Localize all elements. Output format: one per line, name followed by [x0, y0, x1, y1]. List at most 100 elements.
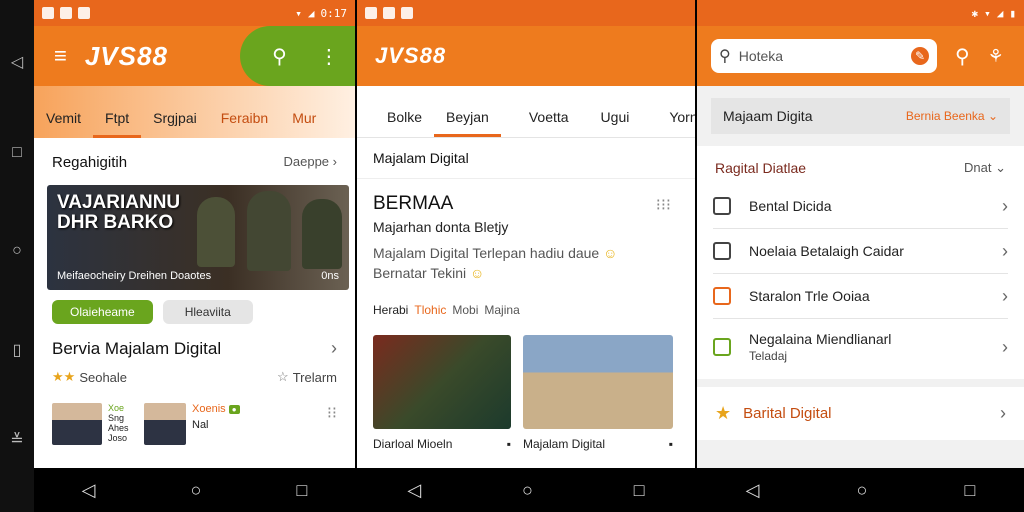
chevron-right-icon: › — [332, 154, 337, 169]
recents-square[interactable]: □ — [634, 480, 645, 501]
tab-4[interactable]: Yornia — [641, 109, 695, 137]
notification-icon — [78, 7, 90, 19]
search-icon[interactable]: ⚲ — [955, 44, 970, 69]
chevron-down-icon[interactable]: ≚ — [8, 432, 26, 450]
more-dots-icon[interactable]: ⁝⁝⁝ — [656, 195, 671, 215]
banner-right[interactable]: Bernia Beenka ⌄ — [906, 109, 998, 123]
banner-left: Majaam Digita — [723, 108, 813, 124]
menu-icon[interactable]: ≡ — [54, 43, 67, 69]
filter-1[interactable]: Tlohic — [414, 303, 446, 317]
article-headline[interactable]: Bervia Majalam Digital — [52, 339, 221, 359]
chip-active[interactable]: Olaieheame — [52, 300, 153, 324]
filter-3[interactable]: Majina — [484, 303, 519, 317]
avatar — [144, 403, 186, 445]
back-icon[interactable]: ◁ — [8, 54, 26, 72]
nav-bar: ◁ ○ □ — [697, 468, 1024, 512]
emoji-icon: ☺ — [603, 245, 618, 261]
recents-square[interactable]: □ — [965, 480, 976, 501]
signal-icon: ◢ — [307, 6, 315, 20]
news-title: Majalam Digital — [523, 437, 606, 451]
signal-icon: ◢ — [996, 6, 1004, 20]
news-thumbnail — [523, 335, 673, 429]
mic-icon[interactable]: ⚘ — [988, 46, 1004, 67]
group-right[interactable]: Dnat ⌄ — [964, 160, 1006, 176]
footer-item[interactable]: ★ Barital Digital › — [697, 387, 1024, 440]
tab-0[interactable]: Bolke — [357, 109, 434, 137]
menu-group: Ragital Diatlae Dnat ⌄ Bental Dicida › No… — [697, 146, 1024, 379]
bookmark-icon[interactable]: ▪ — [669, 437, 673, 451]
card-body-1: Majalam Digital Terlepan hadiu daue — [373, 245, 600, 261]
notification-icon — [60, 7, 72, 19]
hero-badge: 0ns — [321, 270, 339, 282]
article-card[interactable]: BERMAA ⁝⁝⁝ Majarhan donta Bletjy Majalam… — [357, 179, 695, 295]
menu-item[interactable]: Staralon Trle Ooiaa › — [713, 274, 1008, 319]
menu-item[interactable]: Noelaia Betalaigh Caidar › — [713, 229, 1008, 274]
chevron-right-icon[interactable]: › — [331, 338, 337, 359]
clipboard-icon — [713, 197, 731, 215]
file-icon[interactable]: ▯ — [8, 342, 26, 360]
category-tabs: Bolke Beyjan Voetta Ugui Yornia — [357, 86, 695, 138]
secondary-rating: Trelarm — [292, 369, 337, 385]
app-bar: ⚲ Hoteka ✎ ⚲ ⚘ — [697, 26, 1024, 86]
chevron-right-icon: › — [1002, 240, 1008, 261]
officer-figure — [247, 191, 291, 271]
filter-0[interactable]: Herabi — [373, 303, 408, 317]
hero-caption: Meifaeocheiry Dreihen Doaotes — [57, 270, 212, 282]
screen-menu: ✱ ▾ ◢ ▮ ⚲ Hoteka ✎ ⚲ ⚘ Majaam Digita Ber… — [697, 0, 1024, 468]
back-triangle[interactable]: ◁ — [746, 480, 760, 501]
circle-icon[interactable]: ○ — [8, 242, 26, 260]
chip-inactive[interactable]: Hleaviita — [162, 300, 253, 324]
bookmark-icon[interactable]: ▪ — [507, 437, 511, 451]
notification-icon — [383, 7, 395, 19]
tab-1[interactable]: Ftpt — [93, 110, 142, 138]
tab-4[interactable]: Mur — [280, 110, 328, 138]
app-bar: ≡ JVS88 ⚲ ⋮ — [34, 26, 355, 86]
home-circle[interactable]: ○ — [857, 480, 868, 501]
filter-2[interactable]: Mobi — [452, 303, 478, 317]
tab-3[interactable]: Feraibn — [209, 110, 280, 138]
more-vert-icon[interactable]: ⋮ — [319, 44, 339, 69]
app-bar: JVS88 — [357, 26, 695, 86]
star-rating: ★★ — [52, 369, 76, 384]
category-tabs: Vemit Ftpt Srgjpai Feraibn Mur — [34, 86, 355, 138]
wifi-icon: ▾ — [984, 6, 991, 20]
clear-icon[interactable]: ✎ — [911, 47, 929, 65]
list-subtitle: Teladaj — [749, 349, 788, 363]
status-bar: ✱ ▾ ◢ ▮ — [697, 0, 1024, 26]
notification-icon — [401, 7, 413, 19]
appbar-actions: ⚲ ⋮ — [240, 26, 355, 86]
back-triangle[interactable]: ◁ — [82, 480, 96, 501]
news-card[interactable]: Diarloal Mioeln ▪ — [373, 335, 511, 451]
header-line: Majalam Digital — [357, 138, 695, 179]
more-dots-icon[interactable]: ⁝⁝ — [327, 403, 337, 423]
tab-1[interactable]: Beyjan — [434, 109, 501, 137]
hero-banner[interactable]: VAJARIANNU DHR BARKO Meifaeocheiry Dreih… — [47, 185, 349, 290]
card-subtitle: Majarhan donta Bletjy — [373, 219, 509, 235]
back-triangle[interactable]: ◁ — [407, 480, 421, 501]
filter-banner[interactable]: Majaam Digita Bernia Beenka ⌄ — [711, 98, 1010, 134]
wifi-icon: ▾ — [295, 6, 302, 20]
tab-2[interactable]: Voetta — [501, 109, 581, 137]
search-icon: ⚲ — [719, 48, 731, 65]
menu-item[interactable]: Negalaina Miendlianarl Teladaj › — [713, 319, 1008, 375]
section-more-link[interactable]: Daeppe › — [283, 154, 337, 171]
notification-icon — [42, 7, 54, 19]
search-icon[interactable]: ⚲ — [272, 44, 287, 69]
calendar-icon — [713, 287, 731, 305]
menu-item[interactable]: Bental Dicida › — [713, 184, 1008, 229]
recents-square[interactable]: □ — [297, 480, 308, 501]
square-icon[interactable]: □ — [8, 144, 26, 162]
search-placeholder: Hoteka — [738, 48, 784, 64]
tab-0[interactable]: Vemit — [34, 110, 93, 138]
tab-2[interactable]: Srgjpai — [141, 110, 209, 138]
status-bar: ▾ ◢ 0:17 — [34, 0, 355, 26]
bluetooth-icon: ✱ — [971, 6, 979, 20]
search-input[interactable]: ⚲ Hoteka ✎ — [711, 39, 937, 73]
card-title: BERMAA — [373, 193, 454, 214]
hero-title: VAJARIANNU DHR BARKO — [57, 192, 181, 233]
tab-3[interactable]: Ugui — [581, 109, 642, 137]
home-circle[interactable]: ○ — [191, 480, 202, 501]
home-circle[interactable]: ○ — [522, 480, 533, 501]
news-card[interactable]: Majalam Digital ▪ — [523, 335, 673, 451]
screen-article: JVS88 Bolke Beyjan Voetta Ugui Yornia Ma… — [357, 0, 695, 468]
